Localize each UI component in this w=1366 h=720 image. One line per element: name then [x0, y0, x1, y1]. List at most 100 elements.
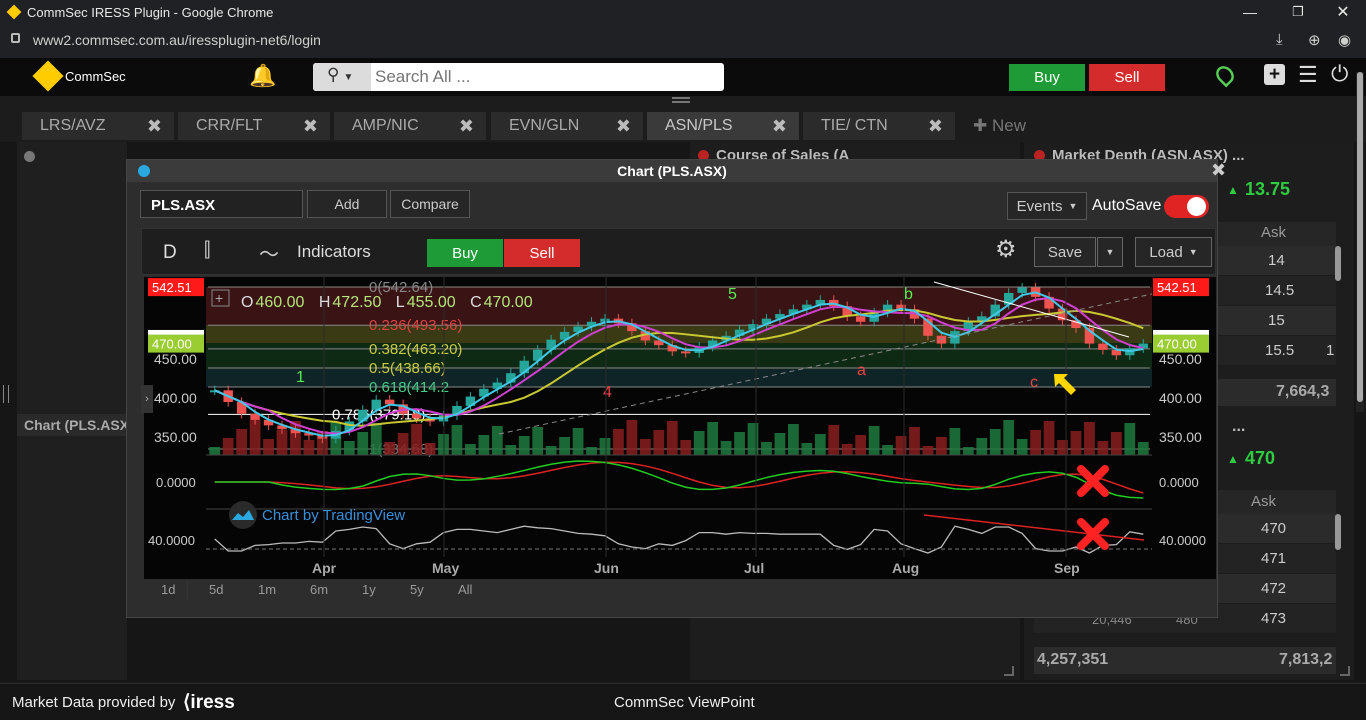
load-dropdown[interactable]: Load ▼ [1135, 237, 1212, 267]
collapse-side-button[interactable]: › [141, 385, 153, 413]
volume-bar [962, 447, 974, 455]
close-tab-icon[interactable]: ✖ [772, 116, 787, 137]
address-bar[interactable]: www2.commsec.com.au/iressplugin-net6/log… [0, 24, 1366, 58]
rsi-axis-label-left: 40.0000 [148, 533, 195, 548]
macd-axis-label-left: 0.0000 [156, 475, 196, 490]
range-5y[interactable]: 5y [410, 582, 424, 597]
sell-button[interactable]: Sell [1089, 64, 1165, 91]
chart-buy-button[interactable]: Buy [427, 239, 503, 267]
new-tab-button[interactable]: ✚ New [973, 116, 1026, 136]
volume-bar [370, 423, 382, 455]
scrollbar-thumb[interactable] [1335, 514, 1341, 550]
range-1y[interactable]: 1y [362, 582, 376, 597]
ohlc-legend-plus: + [215, 290, 223, 306]
volume-bar [747, 423, 759, 455]
price-flag-label: 542.51 [152, 280, 192, 295]
ask-total: 7,664,3 [1276, 383, 1330, 400]
close-tab-icon[interactable]: ✖ [147, 116, 162, 137]
candle-body [1017, 287, 1027, 293]
view-icon[interactable]: ◉ [1338, 31, 1351, 49]
volume-bar [357, 432, 369, 455]
save-dropdown[interactable]: ▼ [1097, 237, 1123, 267]
close-tab-icon[interactable]: ✖ [928, 116, 943, 137]
volume-bar [1003, 420, 1015, 455]
wave-label: b [904, 286, 913, 303]
scrollbar-thumb[interactable] [1335, 246, 1341, 281]
save-button[interactable]: Save [1034, 237, 1096, 267]
tab-evn-gln[interactable]: EVN/GLN ✖ [491, 112, 643, 140]
resize-grip-icon[interactable] [1004, 666, 1014, 676]
ask-price: 15 [1268, 312, 1285, 329]
splitter-handle-icon[interactable] [3, 385, 9, 403]
close-tab-icon[interactable]: ✖ [459, 116, 474, 137]
notifications-bell-icon[interactable]: 🔔 [249, 63, 276, 89]
wave-label: a [857, 362, 866, 379]
right-scrollbar[interactable] [1356, 72, 1364, 412]
compare-button[interactable]: Compare [390, 190, 470, 218]
volume-bar [936, 437, 947, 455]
drag-handle-icon[interactable] [672, 97, 690, 103]
tab-lrs-avz[interactable]: LRS/AVZ ✖ [22, 112, 174, 140]
events-dropdown[interactable]: Events ▼ [1007, 192, 1087, 220]
tab-crr-flt[interactable]: CRR/FLT ✖ [178, 112, 330, 140]
chart-window-title: Chart (PLS.ASX) [127, 160, 1217, 182]
close-chart-icon[interactable]: ✖ [1211, 160, 1226, 181]
brand-name: CommSec [65, 69, 126, 84]
range-6m[interactable]: 6m [310, 582, 328, 597]
candlestick-icon[interactable]: ⫿ [204, 239, 210, 262]
caret-down-icon: ▼ [1188, 247, 1198, 257]
tab-label: CRR/FLT [196, 117, 263, 134]
caret-down-icon: ▼ [1105, 247, 1115, 257]
settings-gear-icon[interactable]: ⚙ [995, 235, 1017, 264]
volume-bar [989, 429, 1001, 455]
search-box[interactable]: ⚲ ▼ [313, 63, 724, 91]
toggle-knob [1187, 197, 1206, 216]
price-chart[interactable]: 0(542.64)0.236(493.56)0.382(463.20)0.5(4… [144, 277, 1216, 579]
range-1m[interactable]: 1m [258, 582, 276, 597]
menu-icon[interactable]: ☰ [1298, 62, 1318, 88]
search-dropdown[interactable]: ⚲ ▼ [313, 63, 371, 91]
range-5d[interactable]: 5d [209, 582, 223, 597]
volume-bar [666, 421, 678, 455]
minimize-icon[interactable]: — [1235, 2, 1265, 22]
indicators-icon[interactable]: 〜 [259, 238, 279, 267]
volume-bar [882, 445, 893, 455]
install-icon[interactable]: ⤓ [1276, 31, 1283, 48]
restore-icon[interactable]: ❐ [1283, 2, 1313, 22]
volume-bar [680, 440, 692, 455]
left-panel-label[interactable]: Chart (PLS.ASX [17, 414, 127, 436]
last-price-1: 13.75 [1245, 179, 1291, 199]
scrollbar-thumb[interactable] [1357, 72, 1363, 402]
wave-label: c [1030, 374, 1038, 391]
tab-tie-ctn[interactable]: TIE/ CTN ✖ [803, 112, 955, 140]
depth-total-row: 4,257,351 7,813,2 [1034, 647, 1336, 674]
buy-button[interactable]: Buy [1009, 64, 1085, 91]
range-1d[interactable]: 1d [161, 582, 175, 597]
price-flag-label: 470.00 [1157, 337, 1197, 352]
tab-asn-pls[interactable]: ASN/PLS ✖ [647, 112, 799, 140]
close-window-icon[interactable]: ✕ [1328, 2, 1358, 22]
zoom-icon[interactable]: ⊕ [1308, 31, 1321, 49]
power-icon[interactable]: ⏻ [1331, 61, 1348, 87]
volume-bar [1084, 422, 1095, 455]
resize-grip-icon[interactable] [1340, 666, 1350, 676]
url-text[interactable]: www2.commsec.com.au/iressplugin-net6/log… [33, 32, 321, 48]
close-tab-icon[interactable]: ✖ [303, 116, 318, 137]
range-all[interactable]: All [458, 582, 472, 597]
close-tab-icon[interactable]: ✖ [616, 116, 631, 137]
interval-button[interactable]: D [163, 242, 177, 264]
volume-bar [1097, 441, 1109, 455]
indicators-button[interactable]: Indicators [297, 242, 371, 262]
volume-bar [518, 436, 530, 455]
add-button[interactable]: Add [307, 190, 387, 218]
search-input[interactable] [375, 66, 715, 88]
price-up-arrow-icon: ▲ [1227, 183, 1239, 197]
add-icon[interactable]: + [1264, 64, 1285, 85]
x-tick-label: Jun [594, 560, 619, 576]
volume-bar [236, 429, 248, 455]
symbol-input[interactable]: PLS.ASX [140, 190, 303, 218]
chart-sell-button[interactable]: Sell [504, 239, 580, 267]
autosave-toggle[interactable] [1164, 195, 1209, 218]
location-pin-icon[interactable] [1212, 62, 1238, 88]
tab-amp-nic[interactable]: AMP/NIC ✖ [334, 112, 486, 140]
